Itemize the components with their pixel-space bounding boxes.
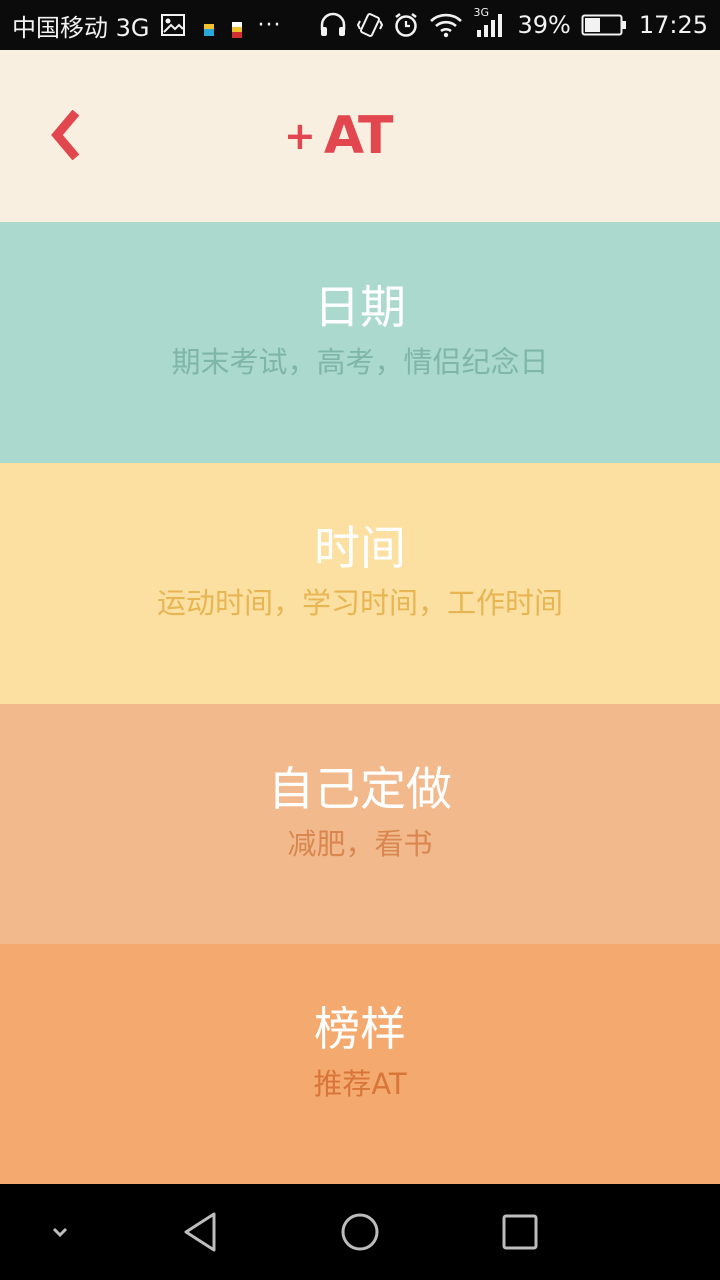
logo-plus: + — [284, 114, 316, 158]
network-type-label: 3G — [473, 6, 490, 19]
category-title: 榜样 — [314, 1002, 406, 1056]
app-logo: + AT — [284, 106, 394, 166]
category-time[interactable]: 时间 运动时间，学习时间，工作时间 — [0, 463, 720, 704]
category-title: 时间 — [314, 521, 406, 575]
wifi-icon — [429, 12, 463, 38]
battery-icon — [581, 13, 627, 37]
battery-percent: 39% — [517, 11, 571, 39]
clock-time: 17:25 — [638, 11, 708, 39]
category-role-model[interactable]: 榜样 推荐AT — [0, 944, 720, 1184]
category-custom[interactable]: 自己定做 减肥，看书 — [0, 704, 720, 945]
screen: 中国移动 3G ··· 3G 39% 17:25 + AT 日期 期末考试，高考… — [0, 0, 720, 1280]
back-triangle-icon — [184, 1212, 216, 1252]
overflow-dots: ··· — [257, 12, 282, 38]
category-subtitle: 运动时间，学习时间，工作时间 — [156, 586, 563, 620]
nav-home-button[interactable] — [330, 1204, 390, 1260]
image-icon — [160, 13, 186, 37]
app-notification-icon — [231, 16, 242, 38]
category-subtitle: 减肥，看书 — [287, 827, 433, 861]
category-title: 日期 — [314, 280, 406, 334]
recents-square-icon — [502, 1214, 538, 1250]
logo-text: AT — [323, 106, 394, 166]
category-date[interactable]: 日期 期末考试，高考，情侣纪念日 — [0, 222, 720, 463]
chevron-left-icon — [51, 110, 80, 160]
carrier-label: 中国移动 3G — [12, 13, 150, 42]
category-title: 自己定做 — [268, 762, 452, 816]
app-header: + AT — [0, 50, 720, 222]
category-subtitle: 推荐AT — [313, 1067, 407, 1101]
headphones-icon — [319, 12, 347, 38]
nav-back-button[interactable] — [170, 1204, 230, 1260]
nav-recents-button[interactable] — [490, 1204, 550, 1260]
vibrate-icon — [357, 11, 384, 39]
status-bar: 中国移动 3G ··· 3G 39% 17:25 — [0, 0, 720, 50]
signal-icon: 3G — [473, 6, 505, 38]
home-circle-icon — [341, 1213, 379, 1251]
hide-nav-button[interactable] — [30, 1204, 90, 1260]
back-button[interactable] — [30, 100, 100, 170]
alarm-icon — [393, 12, 419, 38]
app-notification-icon — [203, 16, 214, 36]
chevron-down-icon — [52, 1227, 68, 1238]
system-nav-bar — [0, 1184, 720, 1280]
category-subtitle: 期末考试，高考，情侣纪念日 — [171, 345, 549, 379]
